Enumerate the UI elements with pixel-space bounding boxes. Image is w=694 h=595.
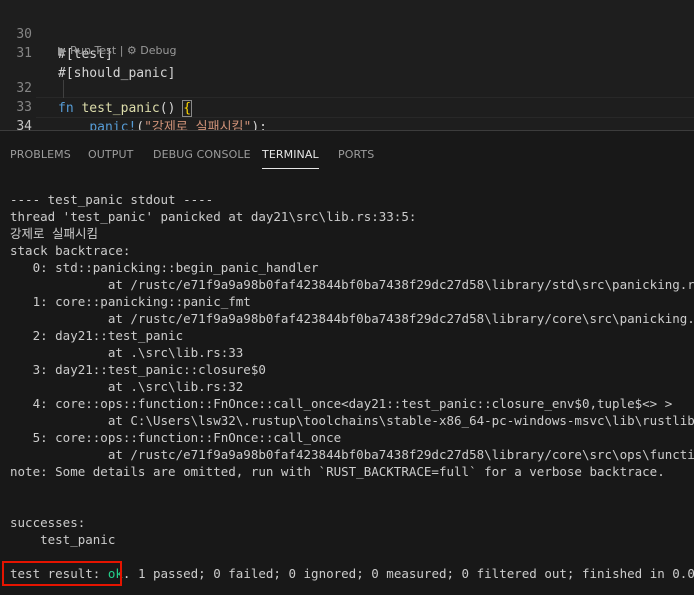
terminal-line: at /rustc/e71f9a9a98b0faf423844bf0ba7438… (10, 447, 694, 462)
terminal-line: at /rustc/e71f9a9a98b0faf423844bf0ba7438… (10, 277, 694, 292)
tab-output[interactable]: OUTPUT (88, 148, 133, 162)
terminal-line: 강제로 실패시킴 (10, 226, 99, 241)
panel-tabs: PROBLEMS OUTPUT DEBUG CONSOLE TERMINAL P… (0, 131, 694, 179)
terminal-line: note: Some details are omitted, run with… (10, 464, 665, 479)
terminal-line: 4: core::ops::function::FnOnce::call_onc… (10, 396, 673, 411)
terminal-line: stack backtrace: (10, 243, 131, 258)
code-line-32[interactable]: 32 fn test_panic() { (0, 59, 694, 117)
code-line-31[interactable]: 31 #[should_panic] (0, 24, 694, 81)
terminal-line: thread 'test_panic' panicked at day21\sr… (10, 209, 417, 224)
code-line-33[interactable]: 33 panic!("강제로 실패시킴"); (0, 78, 694, 135)
code-line-30[interactable]: 30 #[test] (0, 5, 694, 62)
code-editor[interactable]: 30 #[test] 31 #[should_panic] ▶ Run Test… (0, 0, 694, 155)
terminal-output[interactable]: ---- test_panic stdout ---- thread 'test_… (10, 191, 694, 582)
terminal-line: at C:\Users\lsw32\.rustup\toolchains\sta… (107, 413, 694, 428)
terminal-line: 3: day21::test_panic::closure$0 (10, 362, 266, 377)
terminal-line: successes: (10, 515, 86, 530)
tab-ports[interactable]: PORTS (338, 148, 374, 162)
terminal-line: 0: std::panicking::begin_panic_handler (10, 260, 319, 275)
bottom-panel: PROBLEMS OUTPUT DEBUG CONSOLE TERMINAL P… (0, 131, 694, 595)
terminal-line: test_panic (10, 532, 116, 547)
run-test-link[interactable]: ▶ Run Test (58, 44, 116, 57)
terminal-line: 5: core::ops::function::FnOnce::call_onc… (10, 430, 342, 445)
tab-problems[interactable]: PROBLEMS (10, 148, 71, 162)
terminal-line: 2: day21::test_panic (10, 328, 184, 343)
code-line-34[interactable]: 34 } (0, 97, 694, 155)
tab-terminal[interactable]: TERMINAL (262, 148, 319, 169)
result-highlight-box (2, 561, 122, 586)
codelens-separator: | (116, 44, 127, 57)
debug-link[interactable]: ⚙ Debug (127, 44, 177, 57)
terminal-line: at .\src\lib.rs:32 (10, 379, 244, 394)
tab-debug-console[interactable]: DEBUG CONSOLE (153, 148, 251, 162)
codelens: ▶ Run Test | ⚙ Debug (58, 43, 176, 59)
terminal-line: ---- test_panic stdout ---- (10, 192, 214, 207)
terminal-line: at .\src\lib.rs:33 (10, 345, 244, 360)
result-summary: . 1 passed; 0 failed; 0 ignored; 0 measu… (122, 566, 694, 581)
terminal-line: at /rustc/e71f9a9a98b0faf423844bf0ba7438… (10, 311, 694, 326)
terminal-line: 1: core::panicking::panic_fmt (10, 294, 251, 309)
